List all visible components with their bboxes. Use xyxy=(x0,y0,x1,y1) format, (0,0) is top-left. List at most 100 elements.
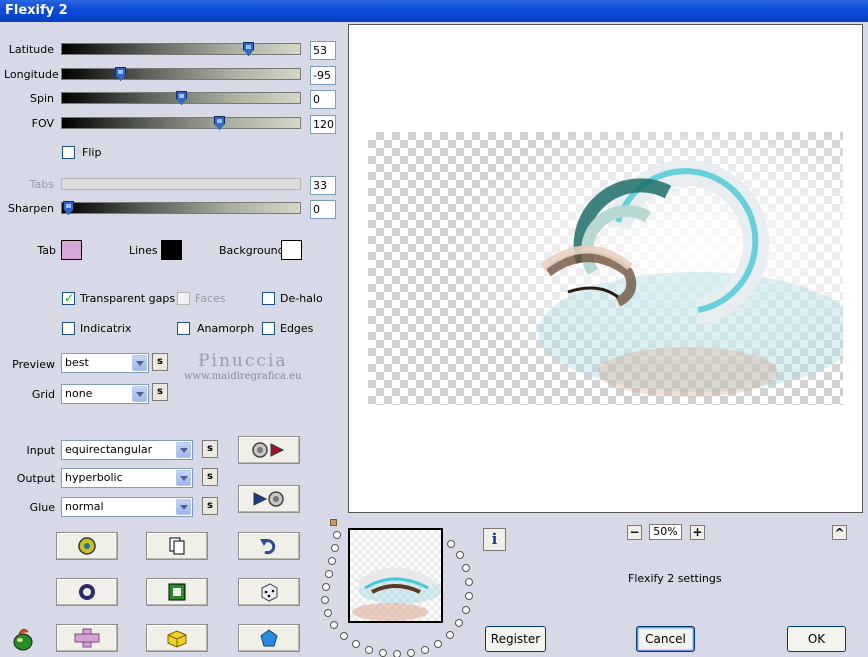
chevron-down-icon[interactable] xyxy=(132,386,147,402)
longitude-thumb[interactable] xyxy=(115,67,126,81)
tabs-value[interactable]: 33 xyxy=(310,176,336,195)
undo-button[interactable] xyxy=(238,532,300,560)
ring-dot[interactable] xyxy=(447,540,455,548)
ring-dot[interactable] xyxy=(379,649,387,657)
dice-button[interactable] xyxy=(238,578,300,606)
ring-dot[interactable] xyxy=(365,646,373,654)
ring-dot[interactable] xyxy=(322,583,330,591)
output-select[interactable]: hyperbolic xyxy=(61,468,193,488)
grid-save-button[interactable]: s xyxy=(152,383,168,401)
spin-value[interactable]: 0 xyxy=(310,90,336,109)
navigator-thumbnail[interactable] xyxy=(348,528,443,623)
ring-dot[interactable] xyxy=(421,646,429,654)
output-value: hyperbolic xyxy=(65,471,123,484)
latitude-value[interactable]: 53 xyxy=(310,41,336,60)
copy-page-icon xyxy=(169,537,185,555)
fov-value[interactable]: 120 xyxy=(310,115,336,134)
copy-button[interactable] xyxy=(146,532,208,560)
latitude-slider[interactable] xyxy=(61,42,301,56)
ring-dot[interactable] xyxy=(393,650,401,657)
register-button[interactable]: Register xyxy=(485,626,546,652)
ring-dot[interactable] xyxy=(462,606,470,614)
ring-dot[interactable] xyxy=(321,596,329,604)
fov-thumb[interactable] xyxy=(214,116,225,130)
flip-checkbox[interactable] xyxy=(62,146,75,159)
randomize-button[interactable] xyxy=(56,532,118,560)
import-settings-button[interactable] xyxy=(238,436,300,464)
preview-quality-select[interactable]: best xyxy=(61,353,149,373)
ring-dot[interactable] xyxy=(465,592,473,600)
flaming-pear-logo-icon xyxy=(13,628,33,651)
cube-shape-button[interactable] xyxy=(146,624,208,652)
ring-dot[interactable] xyxy=(340,632,348,640)
play-globe-icon xyxy=(253,491,284,507)
square-shape-button[interactable] xyxy=(146,578,208,606)
chevron-down-icon[interactable] xyxy=(176,442,191,458)
glue-save-button[interactable]: s xyxy=(202,497,218,515)
input-select[interactable]: equirectangular xyxy=(61,440,193,460)
chevron-down-icon[interactable] xyxy=(176,470,191,486)
preview-panel[interactable] xyxy=(348,24,863,513)
faces-label: Faces xyxy=(195,292,226,305)
ok-button[interactable]: OK xyxy=(787,626,846,652)
ring-dot[interactable] xyxy=(330,621,338,629)
grid-select[interactable]: none xyxy=(61,384,149,404)
scroll-up-button[interactable]: ^ xyxy=(832,525,847,540)
spiral-render xyxy=(368,132,843,405)
ring-dot[interactable] xyxy=(352,640,360,648)
ring-dot[interactable] xyxy=(465,578,473,586)
yellow-cube-icon xyxy=(167,630,187,648)
preview-save-button[interactable]: s xyxy=(152,353,168,371)
input-save-button[interactable]: s xyxy=(202,440,218,458)
transparent-gaps-checkbox[interactable]: ✓ xyxy=(62,291,75,305)
info-button[interactable]: i xyxy=(483,528,506,551)
edges-label: Edges xyxy=(280,322,314,335)
glue-label: Glue xyxy=(29,501,55,514)
sharpen-slider[interactable] xyxy=(61,201,301,215)
export-settings-button[interactable] xyxy=(238,485,300,513)
chevron-down-icon[interactable] xyxy=(132,355,147,371)
de-halo-checkbox[interactable] xyxy=(262,292,275,305)
output-save-button[interactable]: s xyxy=(202,468,218,486)
lines-color-swatch[interactable] xyxy=(161,240,182,260)
longitude-slider[interactable] xyxy=(61,67,301,81)
spin-thumb[interactable] xyxy=(176,91,187,105)
spin-slider[interactable] xyxy=(61,91,301,105)
preview-image xyxy=(368,132,843,405)
flip-label: Flip xyxy=(82,146,102,159)
cancel-button[interactable]: Cancel xyxy=(636,626,695,652)
polyhedron-shape-button[interactable] xyxy=(238,624,300,652)
glue-select[interactable]: normal xyxy=(61,497,193,517)
anamorph-checkbox[interactable] xyxy=(177,322,190,335)
ring-dot[interactable] xyxy=(455,619,463,627)
tab-color-swatch[interactable] xyxy=(61,240,82,260)
thumbnail-corner-handle[interactable] xyxy=(330,519,337,526)
edges-checkbox[interactable] xyxy=(262,322,275,335)
latitude-thumb[interactable] xyxy=(243,42,254,56)
ring-dot[interactable] xyxy=(324,609,332,617)
zoom-in-button[interactable]: + xyxy=(690,525,705,540)
longitude-value[interactable]: -95 xyxy=(310,66,336,85)
circle-shape-button[interactable] xyxy=(56,578,118,606)
cross-shape-button[interactable] xyxy=(56,624,118,652)
chevron-down-icon[interactable] xyxy=(176,499,191,515)
ring-dot[interactable] xyxy=(407,649,415,657)
ring-dot[interactable] xyxy=(456,551,464,559)
ring-dot[interactable] xyxy=(325,570,333,578)
ring-icon xyxy=(79,584,95,600)
ring-dot[interactable] xyxy=(462,564,470,572)
tabs-label: Tabs xyxy=(29,178,54,191)
ring-dot[interactable] xyxy=(331,544,339,552)
fov-slider[interactable] xyxy=(61,116,301,130)
ring-dot[interactable] xyxy=(328,557,336,565)
zoom-out-button[interactable]: − xyxy=(627,525,642,540)
ring-dot[interactable] xyxy=(446,631,454,639)
de-halo-label: De-halo xyxy=(280,292,323,305)
background-color-swatch[interactable] xyxy=(281,240,302,260)
indicatrix-checkbox[interactable] xyxy=(62,322,75,335)
indicatrix-label: Indicatrix xyxy=(80,322,132,335)
sharpen-thumb[interactable] xyxy=(63,201,74,215)
ring-dot[interactable] xyxy=(434,640,442,648)
sharpen-value[interactable]: 0 xyxy=(310,200,336,219)
ring-dot[interactable] xyxy=(333,531,341,539)
